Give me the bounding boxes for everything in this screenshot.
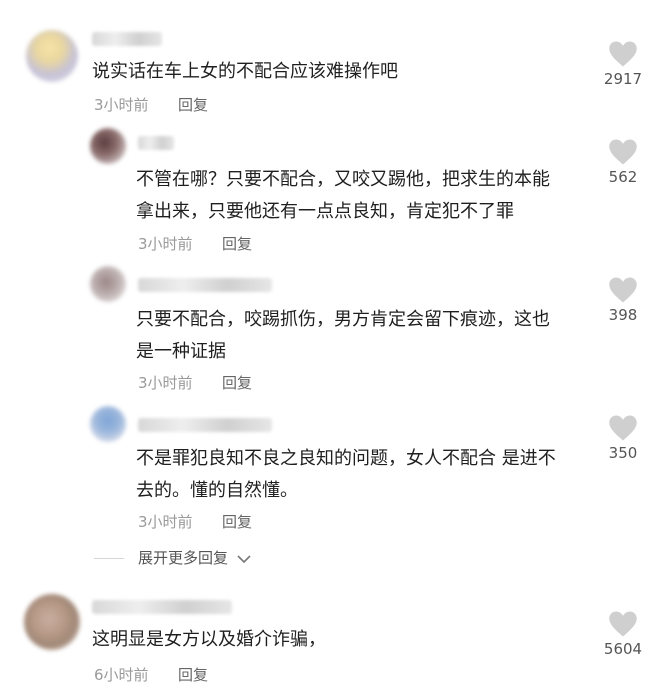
comment-text: 说实话在车上女的不配合应该难操作吧 (92, 61, 398, 82)
like-count: 2917 (603, 70, 643, 88)
avatar[interactable] (26, 30, 78, 82)
like-count: 398 (608, 306, 638, 324)
comment-time: 3小时前 (94, 96, 149, 114)
chevron-down-icon (237, 554, 251, 563)
reply-button[interactable]: 回复 (178, 664, 208, 685)
avatar[interactable] (90, 406, 126, 442)
heart-icon[interactable] (608, 610, 638, 638)
expand-more-replies[interactable]: 展开更多回复 (138, 547, 251, 568)
comment-text: 这明显是女方以及婚介诈骗， (92, 629, 326, 650)
like-count: 5604 (603, 640, 643, 658)
comment-time: 3小时前 (138, 235, 193, 253)
username[interactable] (138, 136, 174, 150)
heart-icon[interactable] (608, 276, 638, 304)
reply-text-line1: 不是罪犯良知不良之良知的问题，女人不配合 是进不 (136, 448, 556, 469)
username[interactable] (138, 418, 272, 432)
avatar[interactable] (24, 594, 80, 650)
comment-time: 3小时前 (138, 374, 193, 392)
reply-text-line2: 去的。懂的自然懂。 (136, 480, 298, 501)
comment-time: 3小时前 (138, 513, 193, 531)
reply-text-line1: 不管在哪？只要不配合，又咬又踢他，把求生的本能 (136, 169, 550, 190)
reply-text-line1: 只要不配合，咬踢抓伤，男方肯定会留下痕迹，这也 (136, 309, 550, 330)
heart-icon[interactable] (608, 414, 638, 442)
reply-button[interactable]: 回复 (178, 94, 208, 115)
comment-time: 6小时前 (94, 666, 149, 684)
reply-button[interactable]: 回复 (222, 372, 252, 393)
reply-button[interactable]: 回复 (222, 233, 252, 254)
username[interactable] (92, 600, 232, 614)
reply-text-line2: 是一种证据 (136, 341, 226, 362)
expand-divider (94, 558, 124, 559)
reply-text-line2: 拿出来，只要他还有一点点良知，肯定犯不了罪 (136, 201, 514, 222)
like-count: 350 (608, 444, 638, 462)
expand-label: 展开更多回复 (138, 549, 229, 567)
username[interactable] (138, 278, 272, 292)
heart-icon[interactable] (608, 40, 638, 68)
username[interactable] (92, 32, 162, 46)
like-count: 562 (608, 168, 638, 186)
avatar[interactable] (90, 266, 126, 302)
reply-button[interactable]: 回复 (222, 511, 252, 532)
heart-icon[interactable] (608, 138, 638, 166)
avatar[interactable] (90, 128, 126, 164)
